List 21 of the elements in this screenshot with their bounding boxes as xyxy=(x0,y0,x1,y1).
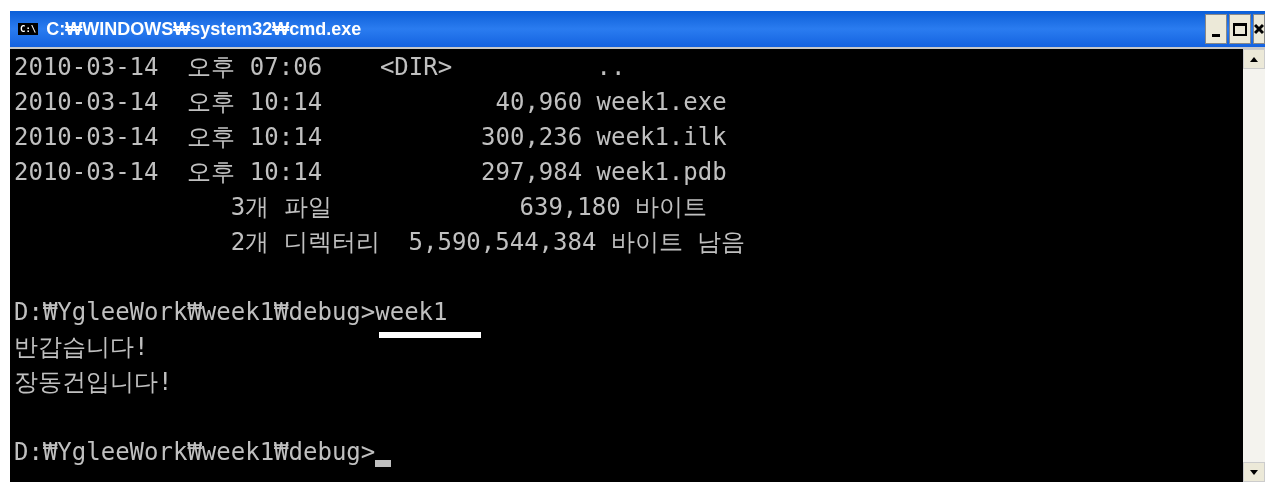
console-line: 3개 파일 639,180 바이트 xyxy=(229,191,708,223)
window-title: C:₩WINDOWS₩system32₩cmd.exe xyxy=(46,17,362,41)
console-line: 반갑습니다! xyxy=(14,331,149,363)
console-line: 2010-03-14 오후 07:06 <DIR> .. xyxy=(14,51,626,83)
maximize-button[interactable] xyxy=(1229,14,1251,44)
console-line: 2010-03-14 오후 10:14 40,960 week1.exe xyxy=(14,86,727,118)
close-icon xyxy=(1254,23,1264,35)
scroll-down-button[interactable] xyxy=(1243,462,1265,482)
scroll-up-button[interactable] xyxy=(1243,49,1265,69)
up-arrow-icon xyxy=(1250,56,1258,62)
console-line: 2개 디렉터리 5,590,544,384 바이트 남음 xyxy=(229,226,746,258)
console-line: 장동건입니다! xyxy=(14,366,173,398)
console-line: 2010-03-14 오후 10:14 297,984 week1.pdb xyxy=(14,156,727,188)
console-line: D:₩YgleeWork₩week1₩debug> xyxy=(14,436,376,468)
console-line: D:₩YgleeWork₩week1₩debug>week1 xyxy=(14,296,448,328)
console-line: 2010-03-14 오후 10:14 300,236 week1.ilk xyxy=(14,121,727,153)
down-arrow-icon xyxy=(1250,469,1258,475)
scrollbar[interactable] xyxy=(1243,49,1265,482)
close-button[interactable] xyxy=(1253,14,1265,44)
console-app-icon: C:\ xyxy=(18,23,39,35)
minimize-button[interactable] xyxy=(1205,14,1227,44)
